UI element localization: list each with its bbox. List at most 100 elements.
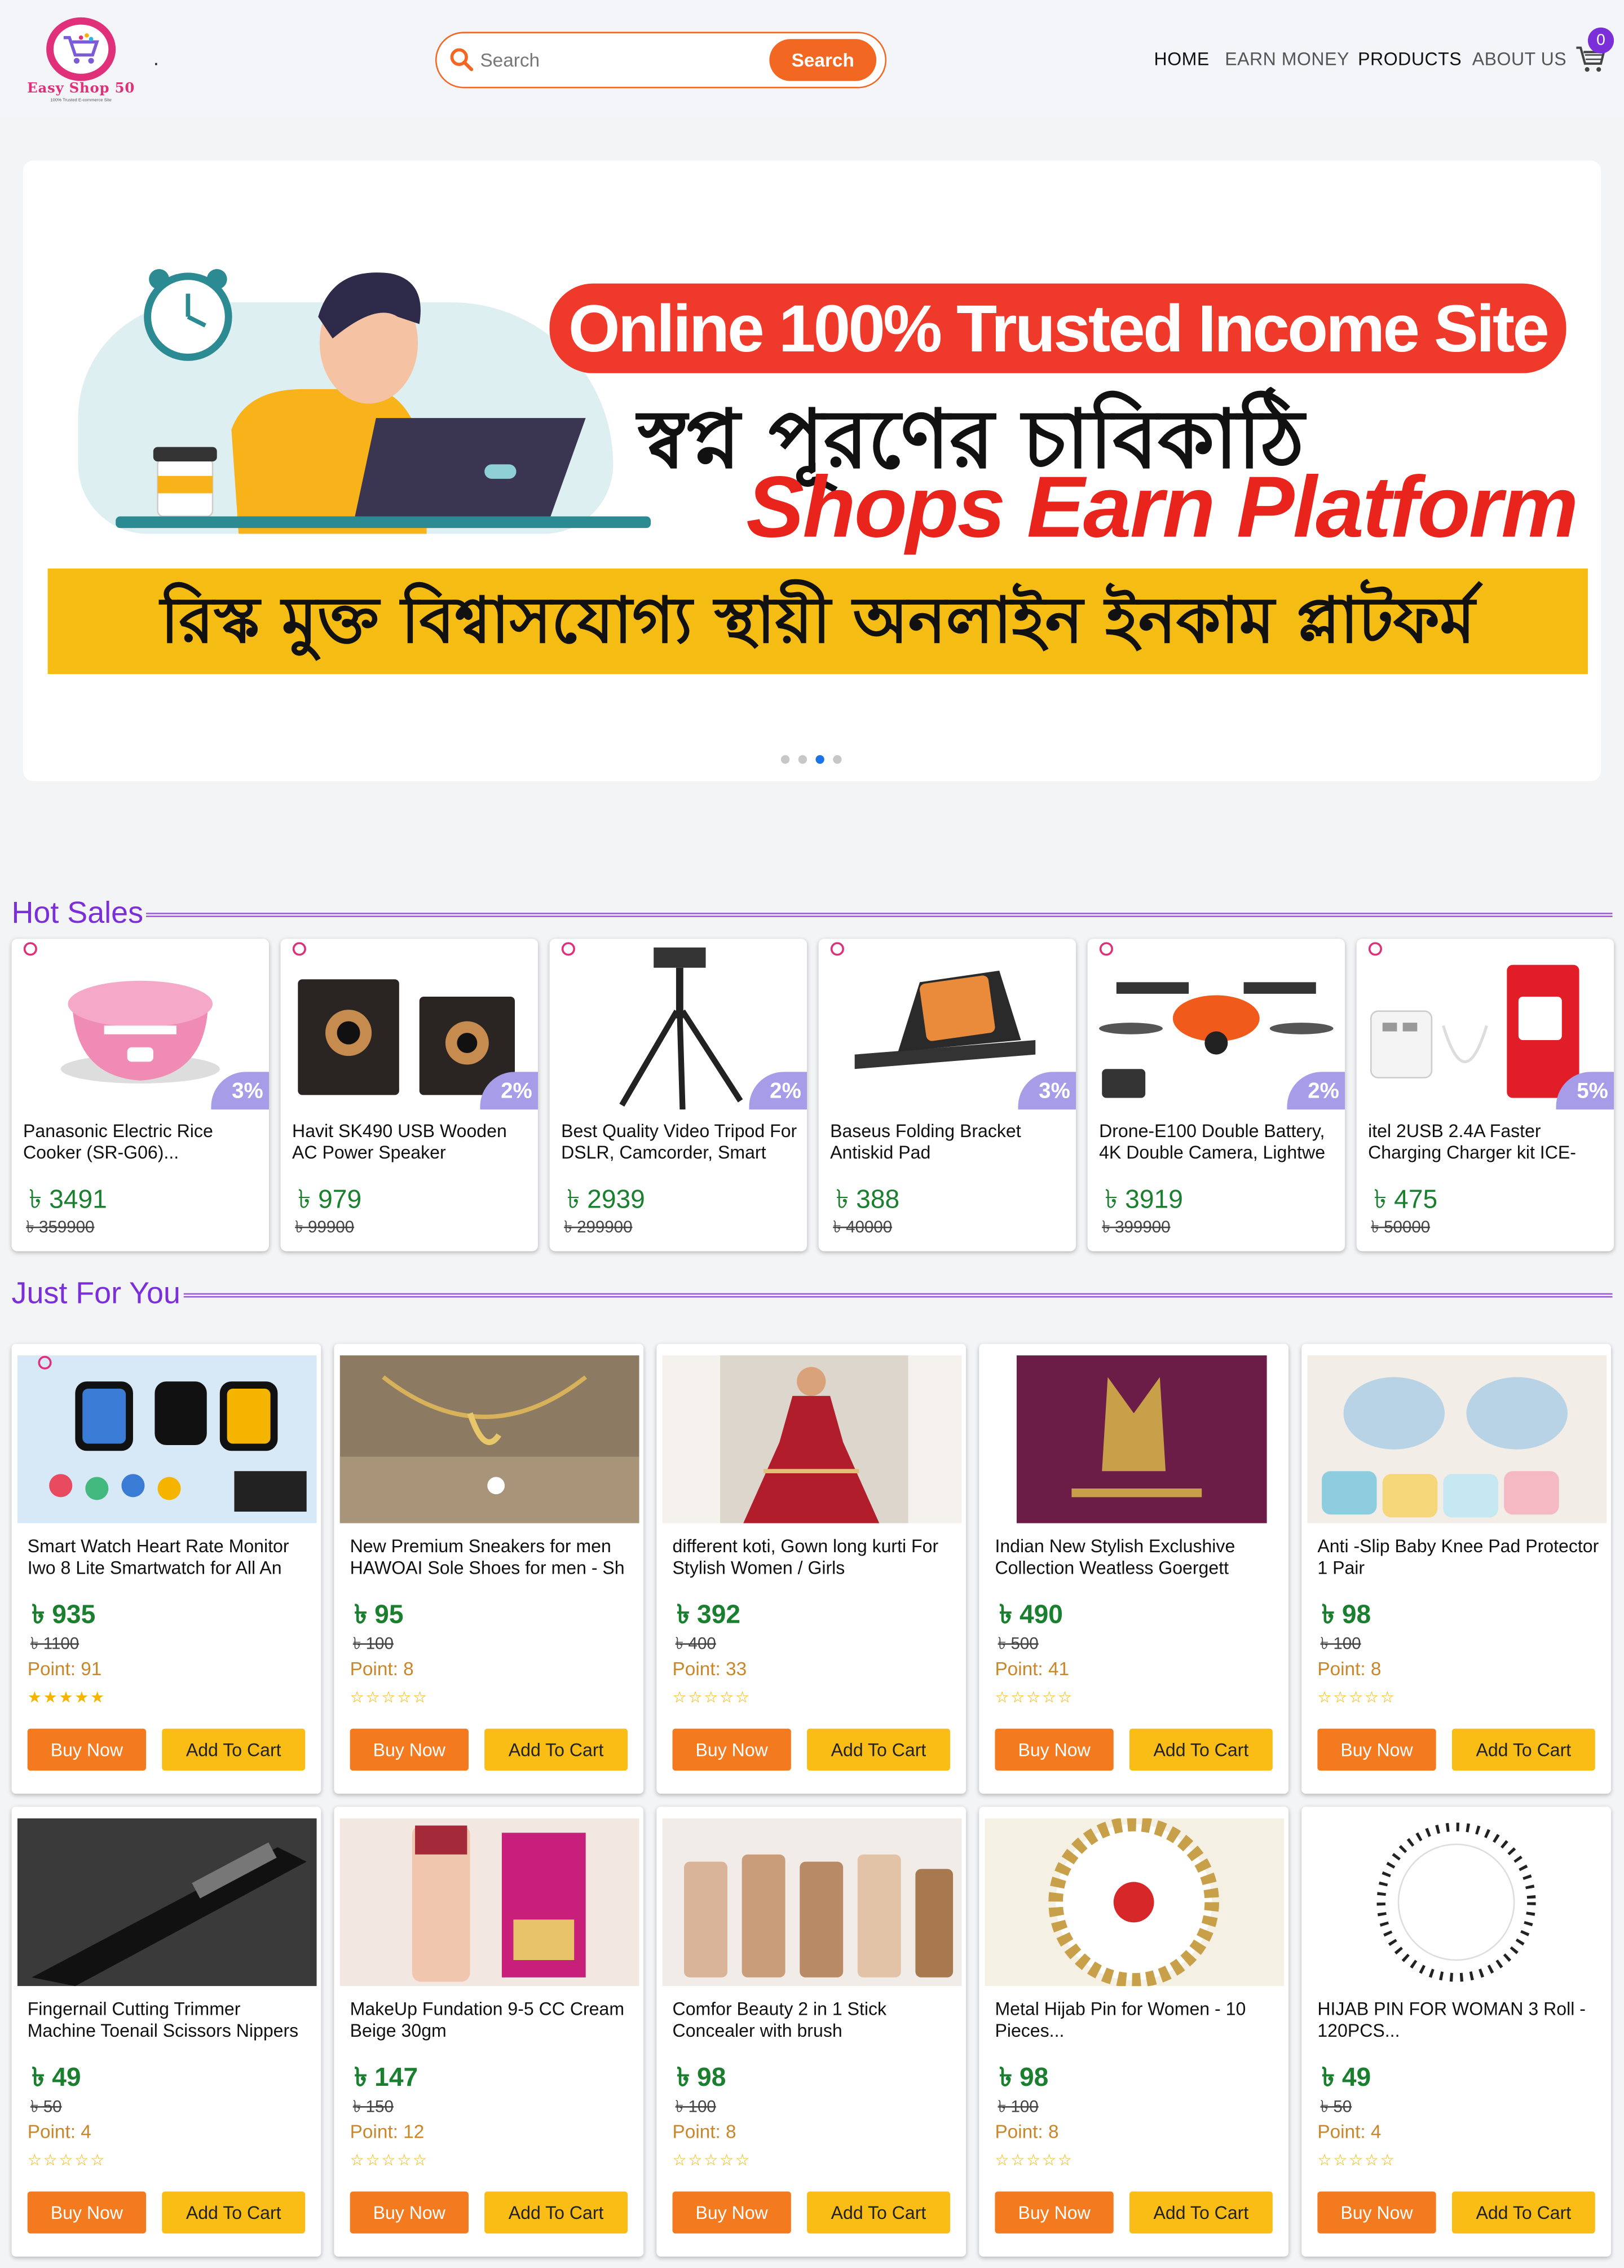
carousel-dots[interactable] bbox=[780, 755, 842, 764]
product-name[interactable]: Anti -Slip Baby Knee Pad Protector 1 Pai… bbox=[1317, 1536, 1601, 1580]
product-points: Point: 8 bbox=[672, 2120, 736, 2143]
product-name[interactable]: Best Quality Video Tripod For DSLR, Camc… bbox=[561, 1121, 798, 1165]
product-image-icon bbox=[1307, 1818, 1607, 1987]
carousel-dot-active[interactable] bbox=[815, 755, 824, 764]
product-card[interactable]: different koti, Gown long kurti For Styl… bbox=[656, 1344, 967, 1794]
rating-stars-icon: ☆☆☆☆☆ bbox=[672, 1689, 751, 1707]
product-old-price: ৳ 150 bbox=[352, 2099, 394, 2117]
product-card[interactable]: Comfor Beauty 2 in 1 Stick Concealer wit… bbox=[656, 1807, 967, 2257]
rating-stars-icon: ☆☆☆☆☆ bbox=[350, 2152, 429, 2170]
carousel-dot[interactable] bbox=[833, 755, 842, 764]
hot-sale-card[interactable]: 2% Drone-E100 Double Battery, 4K Double C… bbox=[1087, 939, 1345, 1252]
hot-sale-card[interactable]: 2% Havit SK490 USB Wooden AC Power Speake… bbox=[280, 939, 539, 1252]
product-card[interactable]: Indian New Stylish Exclushive Collection… bbox=[979, 1344, 1289, 1794]
add-to-cart-button[interactable]: Add To Cart bbox=[807, 2191, 950, 2234]
product-name[interactable]: Metal Hijab Pin for Women - 10 Pieces... bbox=[995, 1999, 1278, 2042]
search-button[interactable]: Search bbox=[769, 39, 877, 81]
hot-sale-card[interactable]: 2% Best Quality Video Tripod For DSLR, Ca… bbox=[549, 939, 807, 1252]
add-to-cart-button[interactable]: Add To Cart bbox=[1451, 1728, 1595, 1771]
product-name[interactable]: Comfor Beauty 2 in 1 Stick Concealer wit… bbox=[673, 1999, 956, 2042]
product-name[interactable]: HIJAB PIN FOR WOMAN 3 Roll - 120PCS... bbox=[1317, 1999, 1601, 2042]
product-name[interactable]: Havit SK490 USB Wooden AC Power Speaker bbox=[292, 1121, 529, 1165]
hot-sale-card[interactable]: 3% Baseus Folding Bracket Antiskid Pad ৳ 3… bbox=[818, 939, 1076, 1252]
product-old-price: ৳ 50 bbox=[1320, 2099, 1352, 2117]
add-to-cart-button[interactable]: Add To Cart bbox=[484, 1728, 628, 1771]
product-name[interactable]: Drone-E100 Double Battery, 4K Double Cam… bbox=[1099, 1121, 1336, 1165]
hot-sale-card[interactable]: 3% Panasonic Electric Rice Cooker (SR-G06… bbox=[11, 939, 270, 1252]
site-logo[interactable]: Easy Shop 50 100% Trusted E-commerce Sit… bbox=[15, 17, 148, 103]
hero-banner[interactable]: Online 100% Trusted Income Site স্বপ্ন প… bbox=[23, 160, 1601, 781]
product-old-price: ৳ 299900 bbox=[564, 1219, 633, 1237]
mini-logo-icon bbox=[38, 1355, 52, 1369]
product-image-icon bbox=[662, 1818, 962, 1987]
hot-sale-card[interactable]: 5% itel 2USB 2.4A Faster Charging Charger… bbox=[1356, 939, 1614, 1252]
rating-stars-icon: ☆☆☆☆☆ bbox=[1317, 2152, 1396, 2170]
nav-about-us[interactable]: ABOUT US bbox=[1472, 49, 1566, 69]
add-to-cart-button[interactable]: Add To Cart bbox=[1129, 1728, 1273, 1771]
carousel-dot[interactable] bbox=[780, 755, 790, 764]
product-card[interactable]: New Premium Sneakers for men HAWOAI Sole… bbox=[334, 1344, 644, 1794]
product-old-price: ৳ 100 bbox=[352, 1636, 394, 1654]
hot-sales-title: Hot Sales bbox=[11, 897, 147, 932]
product-name[interactable]: Smart Watch Heart Rate Monitor Iwo 8 Lit… bbox=[28, 1536, 311, 1580]
logo-tagline: 100% Trusted E-commerce Site bbox=[50, 96, 112, 103]
add-to-cart-button[interactable]: Add To Cart bbox=[1451, 2191, 1595, 2234]
add-to-cart-button[interactable]: Add To Cart bbox=[1129, 2191, 1273, 2234]
hot-sales-divider bbox=[144, 913, 1613, 917]
add-to-cart-button[interactable]: Add To Cart bbox=[162, 2191, 306, 2234]
add-to-cart-button[interactable]: Add To Cart bbox=[162, 1728, 306, 1771]
buy-now-button[interactable]: Buy Now bbox=[672, 2191, 791, 2234]
product-old-price: ৳ 399900 bbox=[1102, 1219, 1171, 1237]
product-name[interactable]: different koti, Gown long kurti For Styl… bbox=[673, 1536, 956, 1580]
product-card[interactable]: MakeUp Fundation 9-5 CC Cream Beige 30gm… bbox=[334, 1807, 644, 2257]
add-to-cart-button[interactable]: Add To Cart bbox=[807, 1728, 950, 1771]
product-name[interactable]: Indian New Stylish Exclushive Collection… bbox=[995, 1536, 1278, 1580]
product-name[interactable]: Baseus Folding Bracket Antiskid Pad bbox=[830, 1121, 1067, 1165]
rating-stars-icon: ☆☆☆☆☆ bbox=[1317, 1689, 1396, 1707]
just-for-you-title: Just For You bbox=[11, 1277, 184, 1313]
product-points: Point: 91 bbox=[27, 1658, 102, 1680]
product-image-icon bbox=[17, 1355, 317, 1523]
cart-count-badge: 0 bbox=[1587, 27, 1614, 54]
product-name[interactable]: MakeUp Fundation 9-5 CC Cream Beige 30gm bbox=[350, 1999, 634, 2042]
product-old-price: ৳ 100 bbox=[998, 2099, 1039, 2117]
buy-now-button[interactable]: Buy Now bbox=[27, 1728, 147, 1771]
nav-products[interactable]: PRODUCTS bbox=[1358, 49, 1462, 69]
product-name[interactable]: Panasonic Electric Rice Cooker (SR-G06).… bbox=[23, 1121, 261, 1165]
banner-bengali-strip: রিস্ক মুক্ত বিশ্বাসযোগ্য স্থায়ী অনলাইন … bbox=[47, 568, 1588, 675]
search-input[interactable] bbox=[480, 45, 762, 76]
carousel-dot[interactable] bbox=[798, 755, 807, 764]
just-for-you-divider bbox=[182, 1293, 1613, 1298]
site-header: Easy Shop 50 100% Trusted E-commerce Sit… bbox=[0, 0, 1624, 119]
product-card[interactable]: Smart Watch Heart Rate Monitor Iwo 8 Lit… bbox=[11, 1344, 321, 1794]
nav-earn-money[interactable]: EARN MONEY bbox=[1225, 49, 1349, 69]
product-image-icon bbox=[662, 1355, 962, 1523]
product-image-icon bbox=[985, 1818, 1285, 1987]
product-name[interactable]: itel 2USB 2.4A Faster Charging Charger k… bbox=[1368, 1121, 1605, 1165]
product-old-price: ৳ 100 bbox=[1320, 1636, 1361, 1654]
product-old-price: ৳ 359900 bbox=[26, 1219, 95, 1237]
buy-now-button[interactable]: Buy Now bbox=[350, 1728, 469, 1771]
product-points: Point: 8 bbox=[1317, 1658, 1382, 1680]
product-card[interactable]: Anti -Slip Baby Knee Pad Protector 1 Pai… bbox=[1301, 1344, 1611, 1794]
header-dot: . bbox=[153, 46, 159, 70]
product-image-icon bbox=[339, 1818, 639, 1987]
product-name[interactable]: New Premium Sneakers for men HAWOAI Sole… bbox=[350, 1536, 634, 1580]
product-card[interactable]: Metal Hijab Pin for Women - 10 Pieces...… bbox=[979, 1807, 1289, 2257]
product-old-price: ৳ 50000 bbox=[1371, 1219, 1431, 1237]
product-old-price: ৳ 99900 bbox=[295, 1219, 355, 1237]
nav-home[interactable]: HOME bbox=[1154, 49, 1210, 69]
product-card[interactable]: HIJAB PIN FOR WOMAN 3 Roll - 120PCS... ৳ … bbox=[1301, 1807, 1611, 2257]
buy-now-button[interactable]: Buy Now bbox=[350, 2191, 469, 2234]
buy-now-button[interactable]: Buy Now bbox=[27, 2191, 147, 2234]
add-to-cart-button[interactable]: Add To Cart bbox=[484, 2191, 628, 2234]
cart-logo-icon bbox=[53, 24, 109, 74]
search-icon bbox=[450, 48, 474, 72]
product-card[interactable]: Fingernail Cutting Trimmer Machine Toena… bbox=[11, 1807, 321, 2257]
buy-now-button[interactable]: Buy Now bbox=[995, 2191, 1114, 2234]
buy-now-button[interactable]: Buy Now bbox=[1317, 2191, 1436, 2234]
buy-now-button[interactable]: Buy Now bbox=[995, 1728, 1114, 1771]
buy-now-button[interactable]: Buy Now bbox=[1317, 1728, 1436, 1771]
buy-now-button[interactable]: Buy Now bbox=[672, 1728, 791, 1771]
product-name[interactable]: Fingernail Cutting Trimmer Machine Toena… bbox=[28, 1999, 311, 2042]
